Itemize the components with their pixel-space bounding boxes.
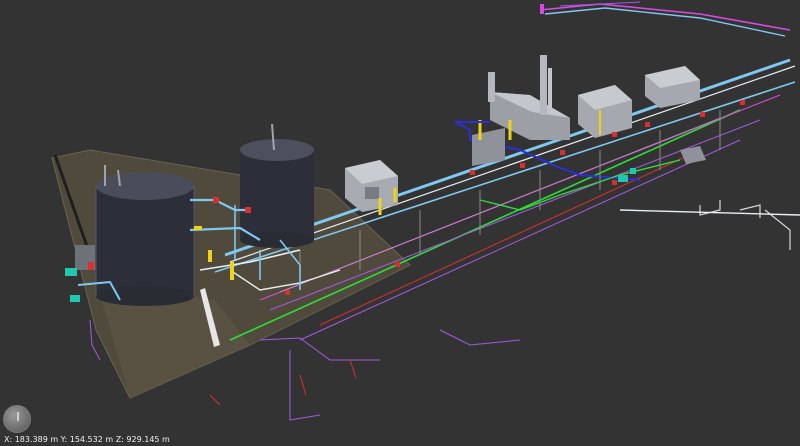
orbit-gizmo-icon[interactable] <box>3 405 31 433</box>
far-pipe-rack <box>539 1 791 37</box>
point-cloud-scene[interactable] <box>0 0 800 446</box>
3d-viewport[interactable]: X: 183.389 m Y: 154.532 m Z: 929.145 m <box>0 0 800 446</box>
coordinate-readout: X: 183.389 m Y: 154.532 m Z: 929.145 m <box>4 435 170 444</box>
gizmo-needle <box>17 412 19 421</box>
storage-tank-right <box>240 123 314 248</box>
